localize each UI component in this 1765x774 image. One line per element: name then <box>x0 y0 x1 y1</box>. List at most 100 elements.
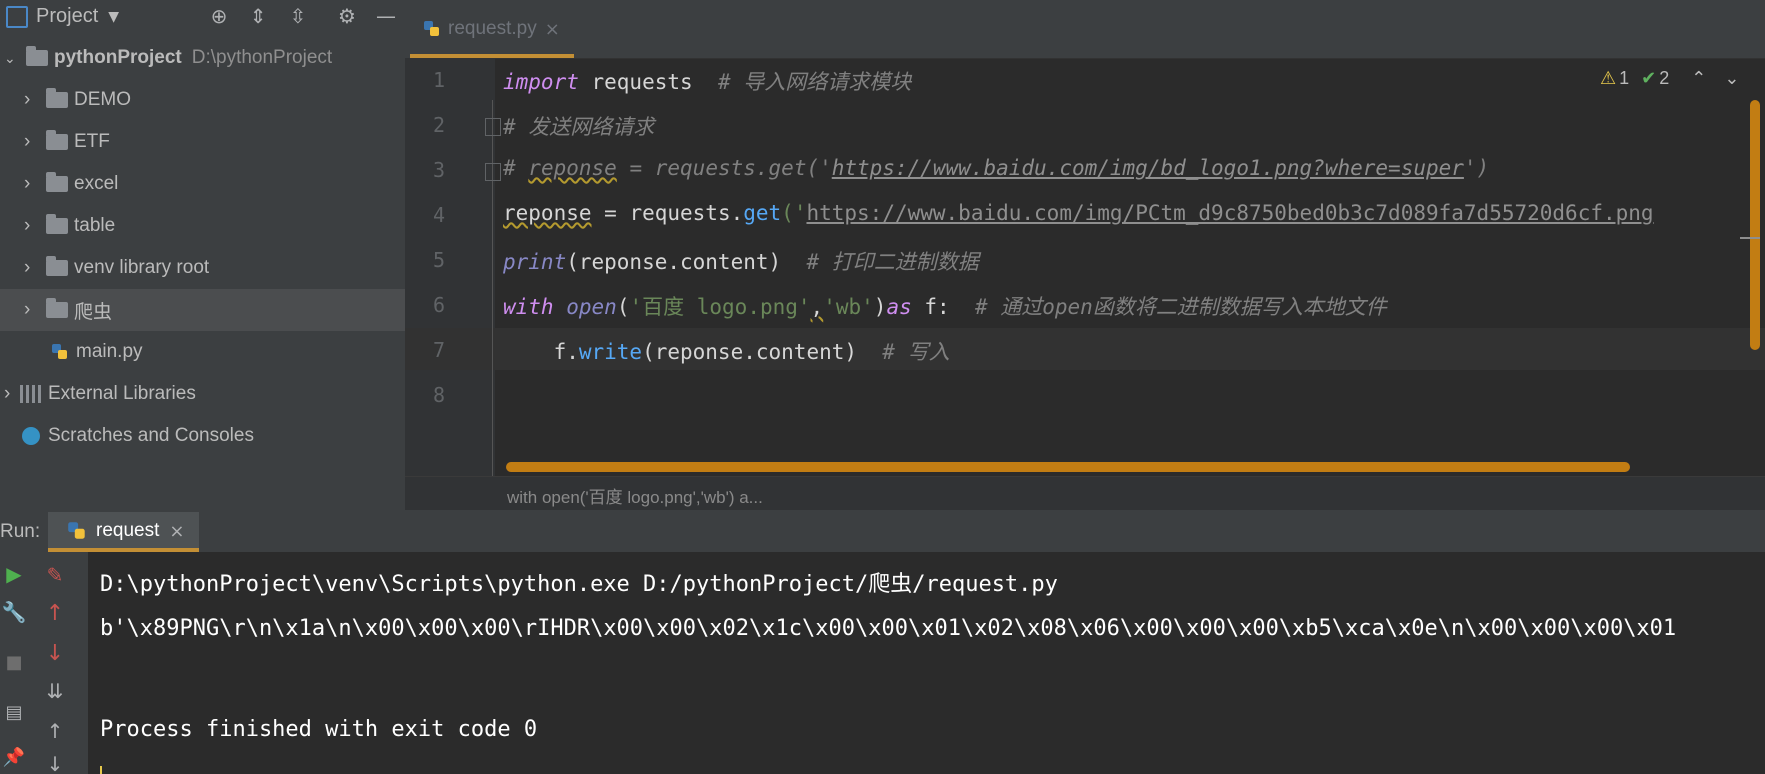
close-icon[interactable]: × <box>169 521 184 542</box>
layout-icon[interactable]: ▤ <box>2 700 26 724</box>
code-comment: # 写入 <box>882 340 950 364</box>
tree-item-label: Scratches and Consoles <box>48 425 254 446</box>
tree-item-external-libraries[interactable]: › External Libraries <box>0 373 405 415</box>
chevron-up-icon[interactable]: ⌃ <box>1691 68 1706 89</box>
sort-icon[interactable]: ⇊ <box>42 678 68 704</box>
code-line-7[interactable]: f.write(reponse.content) # 写入 <box>503 336 950 366</box>
code-line-1[interactable]: import requests # 导入网络请求模块 <box>503 66 911 96</box>
console-line: D:\pythonProject\venv\Scripts\python.exe… <box>100 572 1058 597</box>
code-token: ( <box>616 295 630 319</box>
package-folder-icon <box>46 298 68 318</box>
tree-item-main-py[interactable]: main.py <box>0 331 405 373</box>
wrench-icon[interactable]: 🔧 <box>2 600 27 624</box>
folder-icon <box>46 214 68 234</box>
breadcrumb[interactable]: with open('百度 logo.png','wb') a... <box>405 476 1765 511</box>
tab-request-py[interactable]: request.py × <box>410 0 574 58</box>
code-line-4[interactable]: reponse = requests.get('https://www.baid… <box>503 201 1654 225</box>
tree-item-label: venv library root <box>74 257 210 278</box>
code-url[interactable]: https://www.baidu.com/img/bd_logo1.png?w… <box>832 156 1464 180</box>
breadcrumb-label: with open('百度 logo.png','wb') a... <box>507 488 763 507</box>
code-string: '百度 logo.png' <box>629 295 811 319</box>
scratches-icon <box>22 427 40 445</box>
tree-item-table[interactable]: › table <box>0 205 405 247</box>
root-name: pythonProject <box>54 47 182 68</box>
tree-item-label: DEMO <box>74 89 131 110</box>
line-number: 1 <box>432 68 445 92</box>
console-caret <box>100 766 102 774</box>
fold-marker-icon[interactable] <box>485 163 501 181</box>
chevron-right-icon[interactable]: › <box>24 257 40 279</box>
code-token: , <box>810 295 824 319</box>
check-icon: ✔ <box>1641 67 1657 88</box>
line-number: 8 <box>432 383 445 407</box>
close-icon[interactable]: × <box>545 19 560 40</box>
minimize-icon[interactable]: — <box>372 2 400 30</box>
run-tab-label: request <box>96 520 160 541</box>
code-comment: # 打印二进制数据 <box>806 250 979 274</box>
clear-console-icon[interactable]: ✎ <box>42 562 68 588</box>
tree-item-spider[interactable]: › 爬虫 <box>0 289 405 331</box>
horizontal-scrollbar[interactable] <box>506 462 1630 472</box>
gear-icon[interactable]: ⚙ <box>333 2 361 30</box>
code-comment: ') <box>1463 156 1490 180</box>
code-line-3[interactable]: # reponse = requests.get('https://www.ba… <box>503 156 1489 180</box>
chevron-right-icon[interactable]: › <box>24 173 40 195</box>
tree-item-scratches[interactable]: Scratches and Consoles <box>0 415 405 457</box>
fold-marker-icon[interactable] <box>485 118 501 136</box>
code-token: requests <box>578 70 718 94</box>
scroll-up-icon[interactable]: ↑ <box>42 718 68 744</box>
tree-item-demo[interactable]: › DEMO <box>0 79 405 121</box>
tab-label: request.py <box>448 18 537 39</box>
vertical-scrollbar[interactable] <box>1750 100 1760 350</box>
console-line: Process finished with exit code 0 <box>100 717 538 742</box>
project-window-icon <box>6 5 28 28</box>
locate-icon[interactable]: ⊕ <box>205 2 233 30</box>
chevron-right-icon[interactable]: › <box>24 89 40 111</box>
chevron-down-icon[interactable]: ⌄ <box>4 50 20 67</box>
scroll-marker <box>1740 237 1760 239</box>
chevron-right-icon[interactable]: › <box>24 299 40 321</box>
tree-item-excel[interactable]: › excel <box>0 163 405 205</box>
run-header <box>0 510 1765 552</box>
tree-item-etf[interactable]: › ETF <box>0 121 405 163</box>
collapse-all-icon[interactable]: ⇳ <box>284 2 312 30</box>
code-token: (reponse.content) <box>642 340 883 364</box>
root-path: D:\pythonProject <box>191 47 333 68</box>
expand-all-icon[interactable]: ⇕ <box>244 2 272 30</box>
code-comment: = requests.get(' <box>616 156 832 180</box>
run-tab-request[interactable]: request × <box>48 512 199 550</box>
folder-icon <box>46 88 68 108</box>
tree-item-venv[interactable]: › venv library root <box>0 247 405 289</box>
dropdown-arrow-icon[interactable]: ▼ <box>108 9 119 25</box>
inspection-widget[interactable]: ⚠ 1 ✔ 2 ⌃ ⌄ <box>1600 64 1760 92</box>
warning-count: 1 <box>1619 67 1630 88</box>
editor-tab-bar <box>405 0 1765 59</box>
chevron-right-icon[interactable]: › <box>24 131 40 153</box>
chevron-down-icon[interactable]: ⌄ <box>1724 68 1739 89</box>
code-line-2[interactable]: # 发送网络请求 <box>503 111 654 141</box>
tree-root[interactable]: ⌄ pythonProject D:\pythonProject <box>0 37 405 79</box>
code-line-6[interactable]: with open('百度 logo.png','wb')as f: # 通过o… <box>503 291 1387 321</box>
rerun-icon[interactable]: ▶ <box>2 562 26 586</box>
line-number: 6 <box>432 293 445 317</box>
code-comment: # <box>503 156 529 180</box>
code-url[interactable]: https://www.baidu.com/img/PCtm_d9c8750be… <box>806 201 1653 225</box>
code-token: (reponse.content) <box>566 250 807 274</box>
chevron-right-icon[interactable]: › <box>24 215 40 237</box>
code-token: = requests. <box>591 201 744 225</box>
tree-item-label: main.py <box>76 341 143 362</box>
code-token: get <box>743 201 782 225</box>
chevron-right-icon[interactable]: › <box>4 383 20 405</box>
stop-icon[interactable]: ■ <box>2 650 26 674</box>
up-arrow-icon[interactable]: ↑ <box>42 600 68 626</box>
python-file-icon <box>424 21 439 36</box>
code-token: ) <box>873 295 887 319</box>
folder-icon <box>46 172 68 192</box>
pin-icon[interactable]: 📌 <box>2 745 26 769</box>
code-line-5[interactable]: print(reponse.content) # 打印二进制数据 <box>503 246 979 276</box>
down-arrow-icon[interactable]: ↓ <box>42 640 68 666</box>
line-number: 2 <box>432 113 445 137</box>
code-comment: # 通过open函数将二进制数据写入本地文件 <box>974 295 1387 319</box>
project-title[interactable]: Project <box>36 5 98 28</box>
scroll-down-icon[interactable]: ↓ <box>42 754 68 774</box>
